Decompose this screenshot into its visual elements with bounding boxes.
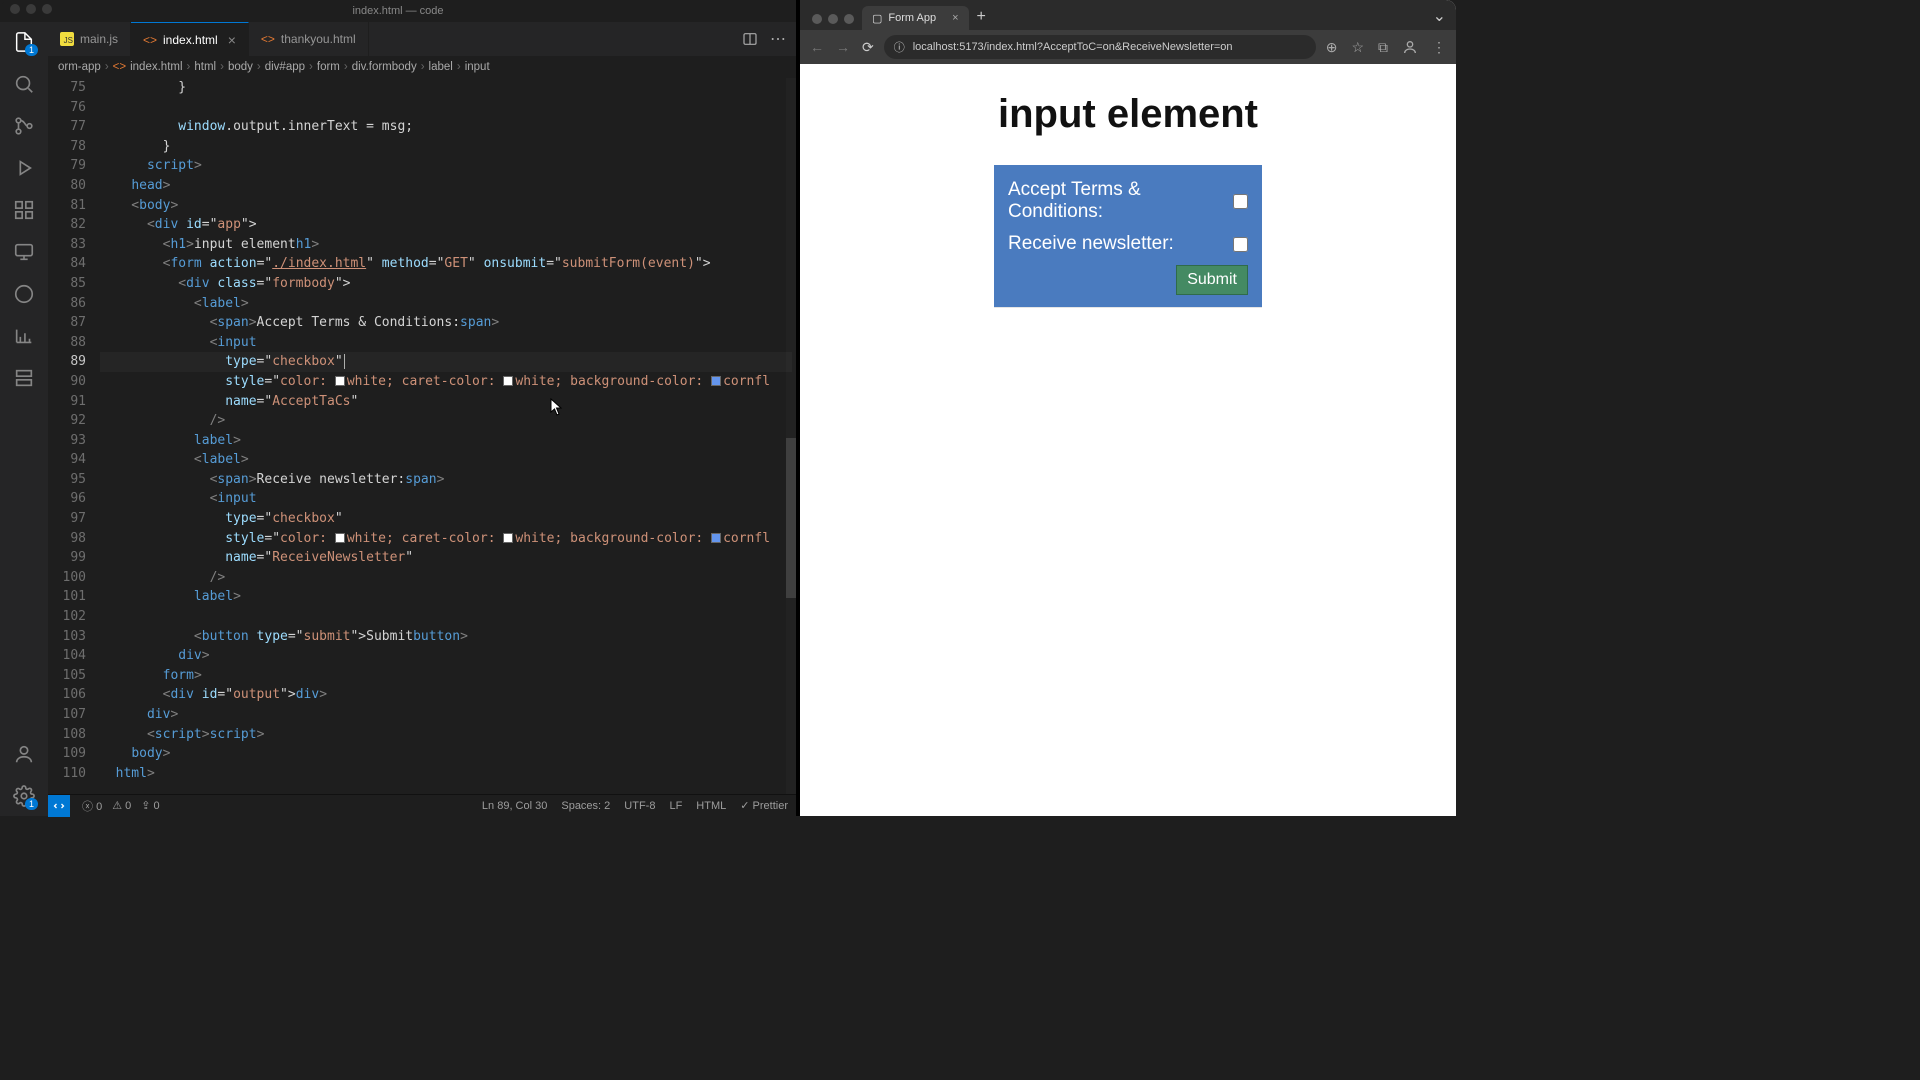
settings-badge: 1: [25, 798, 38, 810]
warnings-count[interactable]: ⚠ 0: [112, 799, 131, 812]
submit-button[interactable]: Submit: [1176, 265, 1248, 295]
more-icon[interactable]: ⋯: [770, 29, 786, 49]
testing-icon[interactable]: [12, 282, 36, 306]
source-control-icon[interactable]: [12, 114, 36, 138]
code-editor[interactable]: 7576777879808182838485868788899091929394…: [48, 78, 796, 794]
containers-icon[interactable]: [12, 366, 36, 390]
cursor-position[interactable]: Ln 89, Col 30: [482, 800, 547, 812]
url-text: localhost:5173/index.html?AcceptToC=on&R…: [913, 41, 1233, 53]
split-editor-icon[interactable]: [742, 31, 758, 47]
tab-favicon-icon: ▢: [872, 12, 882, 25]
settings-icon[interactable]: 1: [12, 784, 36, 808]
html-file-icon: <>: [261, 32, 275, 46]
language-mode[interactable]: HTML: [696, 800, 726, 812]
page-heading: input element: [998, 92, 1258, 137]
chart-icon[interactable]: [12, 324, 36, 348]
explorer-icon[interactable]: 1: [12, 30, 36, 54]
tab-index-html[interactable]: <> index.html ×: [131, 22, 249, 56]
breadcrumb[interactable]: orm-app› <>index.html› html› body› div#a…: [48, 56, 796, 78]
forward-button: →: [836, 39, 850, 56]
browser-tab[interactable]: ▢ Form App ×: [862, 6, 969, 30]
address-bar[interactable]: ⓘ localhost:5173/index.html?AcceptToC=on…: [884, 35, 1316, 59]
vscode-titlebar: index.html — code: [0, 0, 796, 22]
tab-thankyou-html[interactable]: <> thankyou.html: [249, 22, 369, 56]
close-icon[interactable]: ×: [228, 32, 236, 48]
browser-window: ▢ Form App × + ⌄ ← → ⟳ ⓘ localhost:5173/…: [796, 0, 1456, 816]
minimap[interactable]: [786, 78, 796, 794]
js-file-icon: JS: [60, 32, 74, 46]
newsletter-checkbox[interactable]: [1233, 237, 1248, 252]
code-lines[interactable]: } window.output.innerText = msg; } scrip…: [100, 78, 796, 794]
indent-info[interactable]: Spaces: 2: [561, 800, 610, 812]
accept-checkbox[interactable]: [1233, 194, 1248, 209]
close-tab-icon[interactable]: ×: [952, 12, 958, 24]
remote-indicator[interactable]: [48, 795, 70, 817]
browser-toolbar: ← → ⟳ ⓘ localhost:5173/index.html?Accept…: [800, 30, 1456, 64]
rendered-page: input element Accept Terms & Conditions:…: [800, 64, 1456, 816]
bookmark-icon[interactable]: ☆: [1351, 39, 1364, 56]
reader-icon[interactable]: ⧉: [1378, 39, 1388, 56]
new-tab-button[interactable]: +: [969, 4, 994, 30]
activity-bar: 1 1: [0, 22, 48, 816]
mouse-pointer-icon: [550, 398, 564, 416]
run-debug-icon[interactable]: [12, 156, 36, 180]
zoom-icon[interactable]: ⊕: [1326, 39, 1338, 56]
minimap-thumb[interactable]: [786, 438, 796, 598]
tabstrip-menu-icon[interactable]: ⌄: [1423, 2, 1456, 30]
vscode-window: index.html — code 1: [0, 0, 796, 816]
prettier-status[interactable]: ✓ Prettier: [740, 799, 788, 812]
ports-count[interactable]: ⇪ 0: [141, 799, 159, 812]
encoding-info[interactable]: UTF-8: [624, 800, 655, 812]
accounts-icon[interactable]: [12, 742, 36, 766]
line-gutter: 7576777879808182838485868788899091929394…: [48, 78, 100, 794]
form-row-accept[interactable]: Accept Terms & Conditions:: [1008, 179, 1248, 223]
html-file-icon: <>: [143, 33, 157, 47]
form-card: Accept Terms & Conditions: Receive newsl…: [994, 165, 1262, 307]
tab-main-js[interactable]: JS main.js: [48, 22, 131, 56]
search-icon[interactable]: [12, 72, 36, 96]
browser-tabstrip: ▢ Form App × + ⌄: [800, 0, 1456, 30]
status-bar: ⓧ 0 ⚠ 0 ⇪ 0 Ln 89, Col 30 Spaces: 2 UTF-…: [48, 794, 796, 816]
explorer-badge: 1: [25, 44, 38, 56]
back-button[interactable]: ←: [810, 39, 824, 56]
site-info-icon[interactable]: ⓘ: [894, 39, 905, 55]
errors-count[interactable]: ⓧ 0: [82, 798, 102, 814]
menu-icon[interactable]: ⋮: [1432, 39, 1446, 56]
remote-icon[interactable]: [12, 240, 36, 264]
profile-icon[interactable]: [1402, 39, 1418, 55]
window-controls[interactable]: [10, 4, 52, 14]
editor-tabs: JS main.js <> index.html × <> thankyou.h…: [48, 22, 796, 56]
window-title: index.html — code: [352, 5, 443, 17]
reload-button[interactable]: ⟳: [862, 39, 874, 56]
eol-info[interactable]: LF: [669, 800, 682, 812]
form-row-newsletter[interactable]: Receive newsletter:: [1008, 233, 1248, 255]
browser-window-controls[interactable]: [808, 14, 862, 30]
extensions-icon[interactable]: [12, 198, 36, 222]
